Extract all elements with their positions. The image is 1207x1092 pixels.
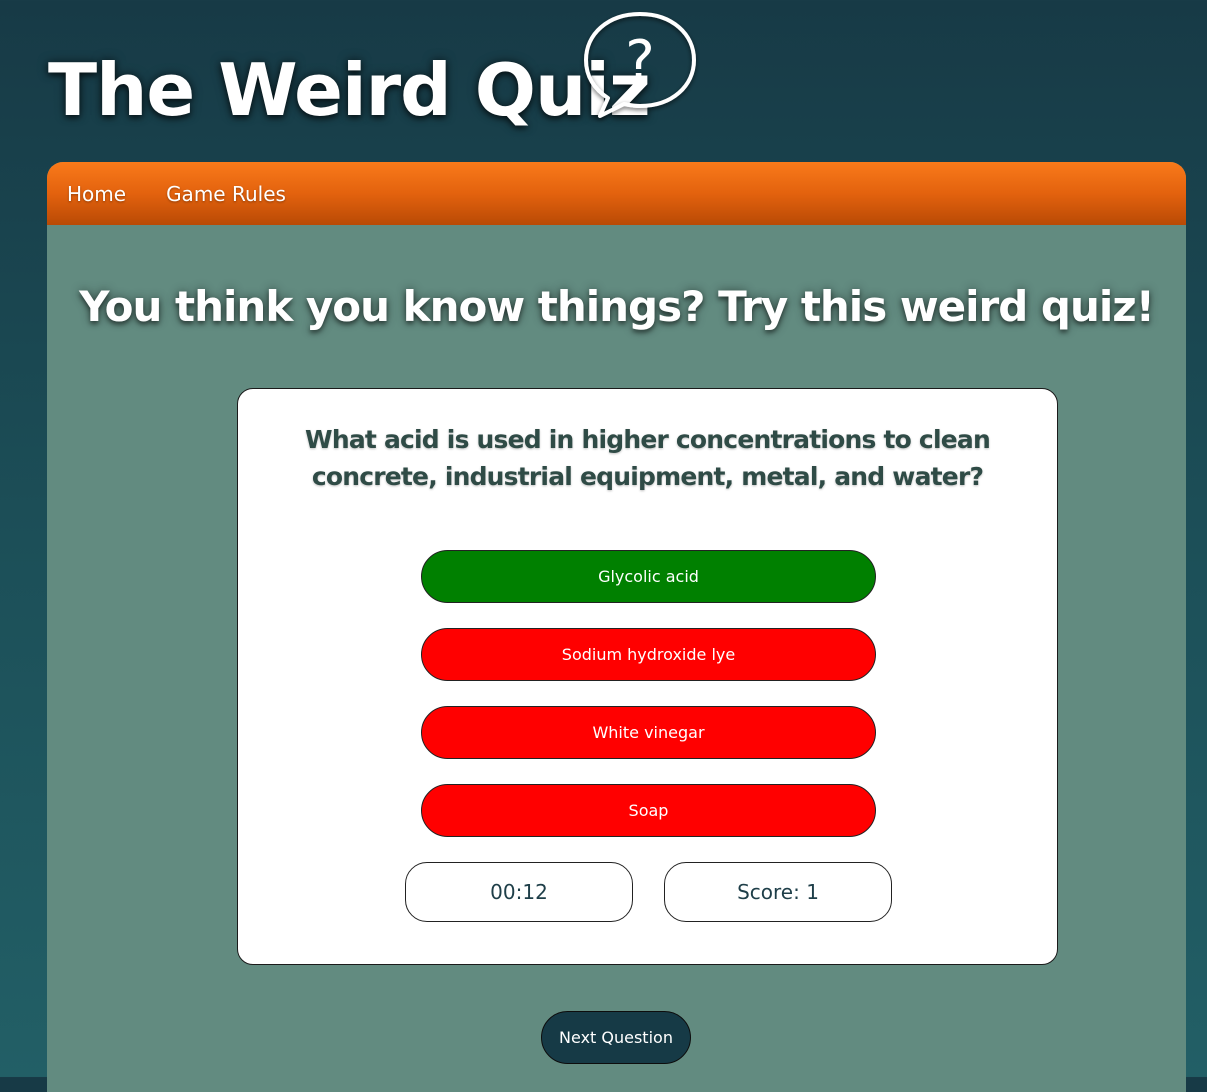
answer-button-3[interactable]: White vinegar: [421, 706, 876, 759]
site-title: The Weird Quiz: [48, 48, 651, 132]
site-header: The Weird Quiz ?: [0, 0, 1207, 160]
timer-display: 00:12: [405, 862, 633, 922]
question-text: What acid is used in higher concentratio…: [305, 425, 991, 491]
next-question-button[interactable]: Next Question: [541, 1011, 691, 1064]
nav-game-rules-link[interactable]: Game Rules: [166, 182, 286, 206]
nav-home-link[interactable]: Home: [67, 182, 126, 206]
answer-button-4[interactable]: Soap: [421, 784, 876, 837]
page-heading: You think you know things? Try this weir…: [79, 282, 1155, 331]
navbar: Home Game Rules: [47, 162, 1186, 225]
answer-button-1[interactable]: Glycolic acid: [421, 550, 876, 603]
main-panel: Home Game Rules You think you know thing…: [47, 162, 1186, 1092]
score-display: Score: 1: [664, 862, 892, 922]
quiz-card: What acid is used in higher concentratio…: [237, 388, 1058, 965]
logo-question-mark: ?: [625, 29, 655, 94]
question-speech-bubble-icon: ?: [584, 12, 696, 118]
answer-button-2[interactable]: Sodium hydroxide lye: [421, 628, 876, 681]
